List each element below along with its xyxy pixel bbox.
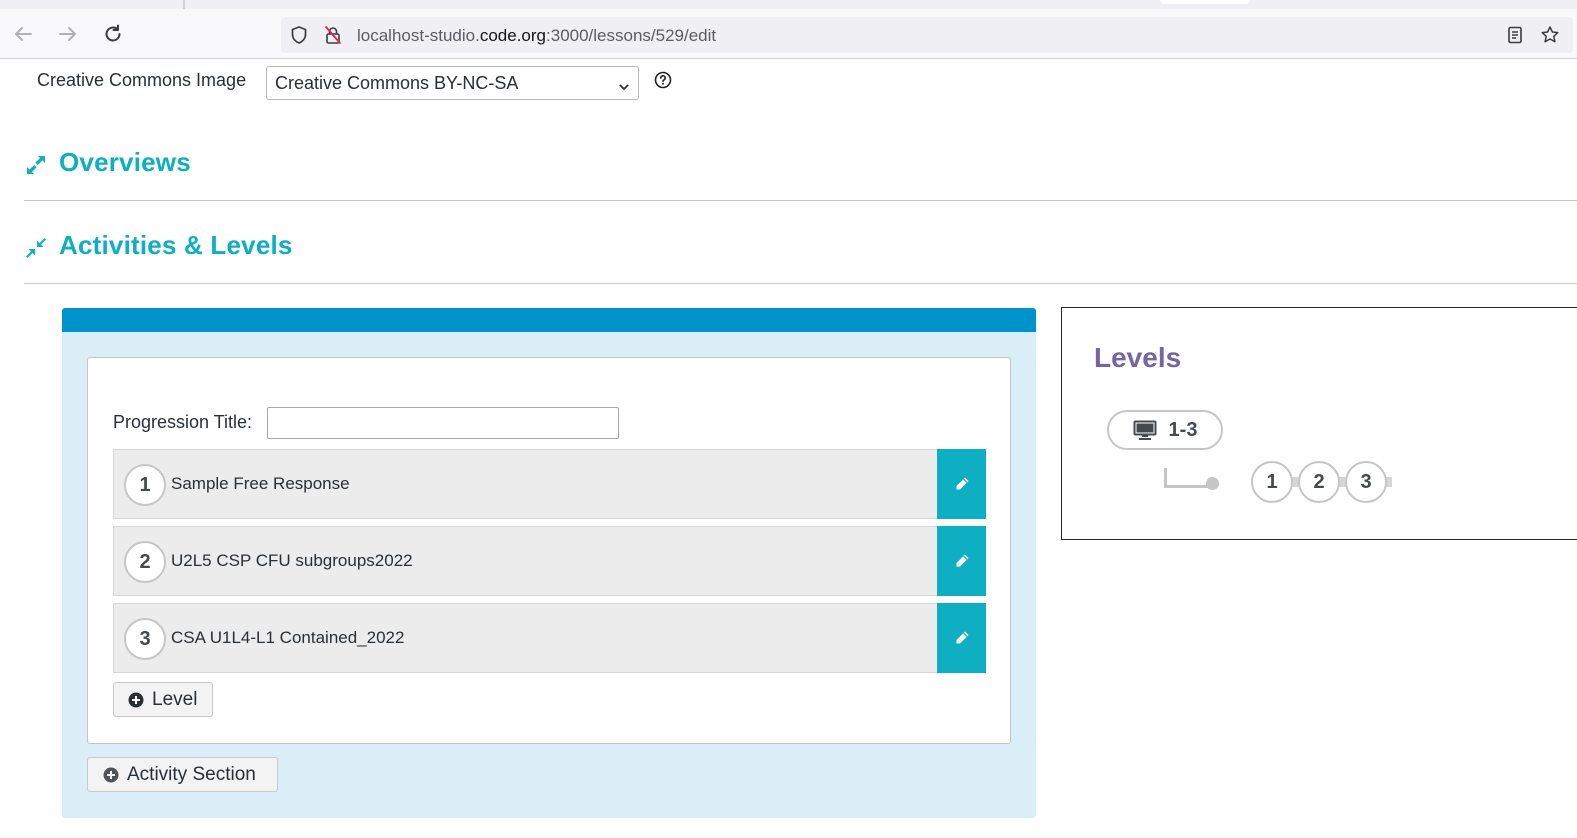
level-number: 1 [124, 464, 166, 506]
expand-icon[interactable] [24, 153, 48, 177]
progression-title-input[interactable] [267, 407, 619, 439]
back-button[interactable] [10, 21, 36, 47]
help-icon[interactable] [654, 71, 672, 94]
tab-separator [183, 0, 185, 9]
add-level-label: Level [152, 688, 198, 710]
reader-view-icon[interactable] [1505, 25, 1525, 45]
reload-icon [105, 24, 121, 42]
level-name: Sample Free Response [171, 474, 350, 493]
level-row[interactable]: 1 Sample Free Response [113, 449, 986, 519]
pencil-icon [956, 477, 968, 490]
url-text[interactable]: localhost-studio.code.org:3000/lessons/5… [357, 26, 716, 46]
pencil-icon [956, 554, 968, 567]
url-path: :3000/lessons/529/edit [546, 26, 717, 45]
levels-title: Levels [1094, 342, 1182, 373]
progression-title-label: Progression Title: [113, 412, 253, 432]
chevron-down-icon [618, 77, 630, 98]
activities-section-header[interactable]: Activities & Levels [24, 230, 1577, 284]
edit-level-button[interactable] [937, 603, 986, 673]
browser-navbar: localhost-studio.code.org:3000/lessons/5… [0, 9, 1577, 59]
shield-icon[interactable] [289, 25, 309, 45]
overviews-section-header[interactable]: Overviews [24, 147, 1577, 201]
arrow-right-icon [59, 27, 76, 41]
connector-dot [1206, 477, 1219, 490]
edit-level-button[interactable] [937, 449, 986, 519]
arrow-left-icon [15, 27, 32, 41]
level-bubble[interactable]: 1 [1251, 461, 1293, 503]
levels-preview: Levels 1-3 1 2 3 [1061, 307, 1577, 540]
browser-tabstrip [0, 0, 1577, 9]
insecure-lock-icon[interactable] [323, 25, 343, 45]
edit-level-button[interactable] [937, 526, 986, 596]
plus-circle-icon [103, 767, 119, 783]
group-connector [1164, 468, 1212, 488]
level-name: U2L5 CSP CFU subgroups2022 [171, 551, 413, 570]
active-tab-edge[interactable] [1160, 0, 1250, 4]
activity-panel: Progression Title: 1 Sample Free Respons… [62, 308, 1036, 818]
level-number: 2 [124, 541, 166, 583]
desktop-icon [1133, 420, 1157, 440]
level-row[interactable]: 3 CSA U1L4-L1 Contained_2022 [113, 603, 986, 673]
level-row[interactable]: 2 U2L5 CSP CFU subgroups2022 [113, 526, 986, 596]
level-number: 3 [124, 618, 166, 660]
level-name: CSA U1L4-L1 Contained_2022 [171, 628, 405, 647]
url-host: code.org [479, 26, 547, 45]
add-activity-section-label: Activity Section [127, 763, 256, 785]
level-bubble[interactable]: 3 [1345, 461, 1387, 503]
url-prefix: localhost-studio. [357, 26, 480, 45]
creative-commons-selected: Creative Commons BY-NC-SA [275, 73, 519, 93]
bookmark-star-icon[interactable] [1540, 25, 1560, 45]
pencil-icon [956, 631, 968, 644]
level-bubble[interactable]: 2 [1298, 461, 1340, 503]
level-group-label: 1-3 [1168, 418, 1198, 441]
collapse-icon[interactable] [24, 236, 48, 260]
activity-section-card: Progression Title: 1 Sample Free Respons… [87, 357, 1011, 744]
creative-commons-label: Creative Commons Image [37, 70, 247, 90]
forward-button[interactable] [55, 21, 81, 47]
address-bar[interactable]: localhost-studio.code.org:3000/lessons/5… [281, 17, 1573, 53]
level-group-pill[interactable]: 1-3 [1107, 410, 1223, 450]
add-activity-section-button[interactable]: Activity Section [87, 757, 278, 792]
add-level-button[interactable]: Level [113, 682, 213, 717]
creative-commons-select[interactable]: Creative Commons BY-NC-SA [266, 66, 639, 100]
reload-button[interactable] [100, 21, 126, 47]
overviews-title[interactable]: Overviews [59, 147, 191, 178]
plus-circle-icon [128, 692, 144, 708]
activity-header-bar[interactable] [62, 308, 1036, 332]
activities-title[interactable]: Activities & Levels [59, 230, 293, 261]
